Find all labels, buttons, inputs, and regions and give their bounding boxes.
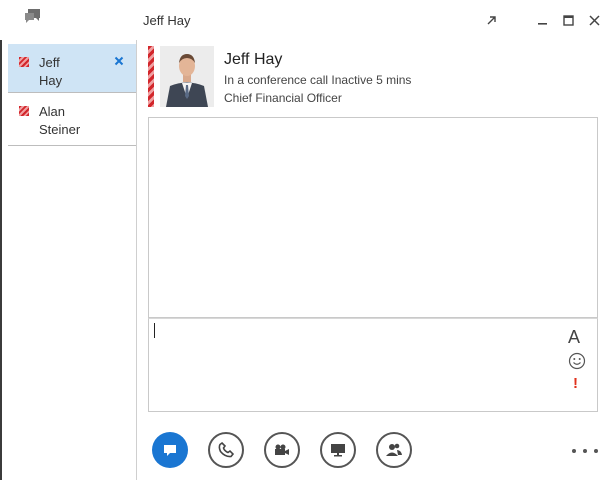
conversation-toolbar xyxy=(148,428,603,478)
message-input[interactable] xyxy=(155,324,559,408)
font-format-icon[interactable]: A xyxy=(568,327,580,348)
compose-area: A ! xyxy=(148,318,598,412)
window-title: Jeff Hay xyxy=(143,13,191,28)
presence-busy-icon xyxy=(19,106,29,116)
contact-status: In a conference call Inactive 5 mins xyxy=(224,73,412,87)
popout-icon[interactable] xyxy=(481,9,503,31)
more-options-icon[interactable] xyxy=(572,446,598,456)
minimize-icon[interactable] xyxy=(531,9,553,31)
emoticon-icon[interactable] xyxy=(568,352,586,370)
maximize-icon[interactable] xyxy=(557,9,579,31)
conversation-first-name: Jeff xyxy=(39,55,60,70)
phone-icon[interactable] xyxy=(208,432,244,468)
video-icon[interactable] xyxy=(264,432,300,468)
conversation-last-name: Steiner xyxy=(39,122,81,137)
conversation-list: Jeff Hay Alan Steiner xyxy=(8,40,137,480)
high-importance-icon[interactable]: ! xyxy=(573,375,578,392)
contact-job-title: Chief Financial Officer xyxy=(224,91,342,105)
close-icon[interactable] xyxy=(583,9,603,31)
presence-bar xyxy=(148,46,154,107)
conversation-last-name: Hay xyxy=(39,73,63,88)
present-icon[interactable] xyxy=(320,432,356,468)
contact-photo[interactable] xyxy=(160,46,214,107)
contact-header: Jeff Hay In a conference call Inactive 5… xyxy=(148,46,598,108)
conversation-item-jeff-hay[interactable]: Jeff Hay xyxy=(8,44,136,93)
conversation-window: Jeff Hay Jeff Hay Alan Steiner Jeff Hay … xyxy=(0,0,603,480)
conversation-name: Jeff Hay xyxy=(39,54,62,90)
app-chat-icon xyxy=(24,8,42,26)
close-conversation-icon[interactable] xyxy=(111,53,127,69)
conversation-first-name: Alan xyxy=(39,104,66,119)
conversation-name: Alan Steiner xyxy=(39,103,80,139)
conversation-item-alan-steiner[interactable]: Alan Steiner xyxy=(8,93,136,146)
presence-busy-icon xyxy=(19,57,29,67)
window-edge xyxy=(0,0,2,480)
contact-name[interactable]: Jeff Hay xyxy=(224,51,282,69)
message-history[interactable] xyxy=(148,117,598,318)
people-icon[interactable] xyxy=(376,432,412,468)
title-bar: Jeff Hay xyxy=(0,0,603,40)
im-icon[interactable] xyxy=(152,432,188,468)
